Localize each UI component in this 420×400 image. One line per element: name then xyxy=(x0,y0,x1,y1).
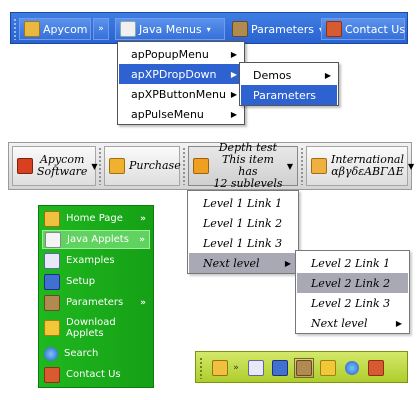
submenu-item[interactable]: Level 2 Link 3 xyxy=(297,293,408,313)
toolbar-contact-button[interactable] xyxy=(366,358,386,378)
toolbar-home-button[interactable] xyxy=(210,358,230,378)
toolbar-search-button[interactable] xyxy=(342,358,362,378)
menu-item-purchase[interactable]: Purchase xyxy=(104,146,181,186)
globe-icon xyxy=(44,346,58,361)
menu-item-contact-us[interactable]: Contact Us xyxy=(321,18,405,40)
menu-collapse-button[interactable]: » xyxy=(93,18,109,40)
next-level-submenu: Level 2 Link 1 Level 2 Link 2 Level 2 Li… xyxy=(295,250,410,334)
dropdown-item[interactable]: apPopupMenu ▶ xyxy=(119,44,243,64)
menu-item-depth-test[interactable]: Depth test This item has 12 sublevels ▼ xyxy=(188,142,298,190)
book-icon xyxy=(45,231,61,248)
menu-item-java-menus[interactable]: Java Menus ▾ xyxy=(115,18,225,40)
tools-icon xyxy=(232,21,248,37)
dropdown-item[interactable]: Level 1 Link 1 xyxy=(189,193,297,213)
sidebar-item-download-applets[interactable]: Download Applets xyxy=(42,314,150,342)
document-icon xyxy=(44,252,60,269)
key-icon xyxy=(109,158,125,174)
help-icon xyxy=(311,158,327,174)
menu-item-label: Contact Us xyxy=(345,22,406,36)
globe-icon xyxy=(345,361,359,375)
home-icon xyxy=(44,210,60,227)
submenu-item[interactable]: Next level ▶ xyxy=(297,313,408,333)
dropdown-item[interactable]: Level 1 Link 3 xyxy=(189,233,297,253)
setup-icon xyxy=(44,273,60,290)
chevron-down-icon: ▼ xyxy=(286,161,293,171)
menu-item-apycom-software[interactable]: Apycom Software ▼ xyxy=(12,146,98,186)
sidebar-item-examples[interactable]: Examples xyxy=(42,251,150,270)
chevron-down-icon: » xyxy=(233,363,239,373)
arrows-icon xyxy=(193,158,209,174)
olive-icon-toolbar: » xyxy=(195,351,408,383)
dropdown-item[interactable]: Next level ▶ xyxy=(189,253,297,273)
submenu-arrow-icon: » xyxy=(140,297,146,308)
setup-icon xyxy=(272,360,288,376)
toolbar-grip[interactable] xyxy=(13,18,17,40)
sidebar-item-java-applets[interactable]: Java Applets » xyxy=(42,230,150,249)
submenu-item[interactable]: Level 2 Link 1 xyxy=(297,253,408,273)
chevron-down-icon: ▼ xyxy=(407,161,415,171)
submenu-arrow-icon: ▶ xyxy=(284,258,291,268)
xpdropdown-submenu: Demos ▶ Parameters xyxy=(239,62,339,106)
depth-test-dropdown: Level 1 Link 1 Level 1 Link 2 Level 1 Li… xyxy=(187,190,299,274)
folder-icon xyxy=(44,320,60,336)
submenu-arrow-icon: ▶ xyxy=(230,69,237,79)
folder-icon xyxy=(320,360,336,376)
apycom-icon xyxy=(24,21,40,37)
menu-item-label: Java Menus xyxy=(139,22,202,36)
sidebar-item-setup[interactable]: Setup xyxy=(42,272,150,291)
sidebar-item-home-page[interactable]: Home Page » xyxy=(42,209,150,228)
sidebar-item-contact-us[interactable]: Contact Us xyxy=(42,365,150,384)
submenu-item[interactable]: Parameters xyxy=(241,85,337,105)
blue-menu-bar: Apycom » Java Menus ▾ Parameters ▾ Conta… xyxy=(10,12,408,44)
people-icon xyxy=(368,360,384,376)
dropdown-item[interactable]: apXPButtonMenu ▶ xyxy=(119,84,243,104)
submenu-arrow-icon: ▶ xyxy=(324,70,331,80)
power-icon xyxy=(17,158,33,174)
submenu-arrow-icon: » xyxy=(139,234,145,245)
submenu-arrow-icon: ▶ xyxy=(395,318,402,328)
menu-item-parameters[interactable]: Parameters ▾ xyxy=(227,18,329,40)
people-icon xyxy=(326,21,342,37)
chevron-down-icon: » xyxy=(98,24,104,34)
submenu-item[interactable]: Demos ▶ xyxy=(241,65,337,85)
toolbar-setup-button[interactable] xyxy=(270,358,290,378)
sidebar-item-search[interactable]: Search xyxy=(42,344,150,363)
toolbar-examples-button[interactable] xyxy=(246,358,266,378)
toolbar-parameters-button[interactable] xyxy=(294,358,314,378)
submenu-arrow-icon: ▶ xyxy=(230,49,237,59)
tools-icon xyxy=(44,294,60,311)
green-vertical-menu: Home Page » Java Applets » Examples Setu… xyxy=(38,205,154,388)
dropdown-item[interactable]: apPulseMenu ▶ xyxy=(119,104,243,124)
sidebar-item-parameters[interactable]: Parameters » xyxy=(42,293,150,312)
menu-item-label: Apycom xyxy=(43,22,88,36)
submenu-arrow-icon: » xyxy=(140,213,146,224)
chevron-down-icon: ▾ xyxy=(206,24,211,34)
menu-item-international[interactable]: International αβγδεΑΒΓΔΕ ▼ xyxy=(306,146,414,186)
menu-item-label: Parameters xyxy=(251,22,314,36)
toolbar-collapse-button[interactable]: » xyxy=(230,358,242,378)
submenu-arrow-icon: ▶ xyxy=(230,109,237,119)
submenu-arrow-icon: ▶ xyxy=(230,89,237,99)
dropdown-item[interactable]: apXPDropDown ▶ xyxy=(119,64,243,84)
chevron-down-icon: ▼ xyxy=(91,161,98,171)
separator-grip xyxy=(98,147,102,185)
menu-item-apycom[interactable]: Apycom xyxy=(19,18,91,40)
book-icon xyxy=(120,21,136,37)
toolbar-grip[interactable] xyxy=(199,357,203,379)
separator-grip xyxy=(300,147,304,185)
home-icon xyxy=(212,360,228,376)
people-icon xyxy=(44,366,60,383)
toolbar-download-button[interactable] xyxy=(318,358,338,378)
document-icon xyxy=(248,360,264,376)
submenu-item[interactable]: Level 2 Link 2 xyxy=(297,273,408,293)
dropdown-item[interactable]: Level 1 Link 2 xyxy=(189,213,297,233)
java-menus-dropdown: apPopupMenu ▶ apXPDropDown ▶ apXPButtonM… xyxy=(117,41,245,125)
grey-menu-bar: Apycom Software ▼ Purchase Depth test Th… xyxy=(8,142,414,190)
separator-grip xyxy=(182,147,186,185)
tools-icon xyxy=(296,360,312,376)
